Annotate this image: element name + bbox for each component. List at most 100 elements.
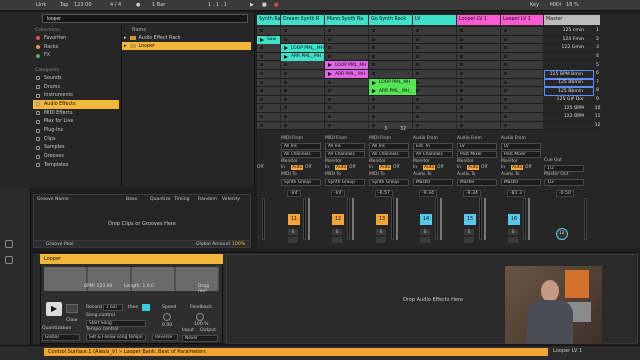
monitor-auto-button[interactable]: Auto — [379, 165, 392, 170]
clip-stop-icon[interactable] — [372, 46, 375, 50]
track-header[interactable]: Looper LV 1 — [457, 15, 500, 25]
arm-button[interactable] — [288, 237, 298, 243]
clip-slot[interactable] — [281, 27, 324, 36]
expand-arrow-icon[interactable]: ▸ — [124, 35, 127, 41]
looper-drag-me[interactable]: Drag me! — [198, 284, 219, 294]
clip-stop-icon[interactable] — [260, 106, 263, 110]
clip-slot[interactable] — [257, 52, 280, 62]
track-header[interactable]: Go Synth Rack — [369, 15, 412, 25]
clip-slot[interactable] — [413, 112, 456, 122]
clip-slot[interactable] — [457, 61, 500, 70]
track-header[interactable]: LV — [413, 15, 456, 25]
input-source-dropdown[interactable]: LV — [501, 143, 541, 150]
clip-stop-icon[interactable] — [504, 63, 507, 67]
clip-stop-icon[interactable] — [284, 97, 287, 101]
clip-stop-icon[interactable] — [328, 97, 331, 101]
clip-stop-icon[interactable] — [328, 106, 331, 110]
clip-slot[interactable] — [257, 95, 280, 105]
clip-slot[interactable] — [325, 104, 368, 113]
arm-button[interactable] — [376, 237, 386, 243]
input-channel-dropdown[interactable]: All Channels — [413, 151, 453, 158]
device-view-toggle-icon[interactable] — [5, 256, 13, 264]
looper-clear-button[interactable]: Clear — [66, 318, 78, 323]
clip-slot[interactable] — [457, 95, 500, 105]
looper-stop-icon[interactable] — [66, 304, 78, 313]
clip-stop-icon[interactable] — [260, 29, 263, 32]
browser-search-input[interactable] — [42, 14, 248, 23]
clip-slot[interactable] — [501, 61, 543, 70]
track-activator-button[interactable]: 11 — [288, 214, 300, 225]
clip-stop-icon[interactable] — [260, 123, 263, 127]
clip-stop-icon[interactable] — [260, 80, 263, 84]
clip-stop-icon[interactable] — [460, 46, 463, 50]
clip-stop-icon[interactable] — [260, 63, 263, 67]
clip-stop-icon[interactable] — [284, 80, 287, 84]
input-channel-dropdown[interactable]: All Channels — [369, 151, 409, 158]
output-dropdown[interactable]: Synth Group — [281, 179, 321, 186]
clip-slot[interactable] — [257, 78, 280, 88]
clip-stop-icon[interactable] — [372, 54, 375, 58]
track-header[interactable]: Synth Rack — [257, 15, 280, 25]
scene-launch[interactable]: 125 cmin — [544, 27, 594, 36]
groove-pool-toggle-icon[interactable] — [5, 240, 13, 248]
input-source-dropdown[interactable]: LV — [457, 143, 497, 150]
then-action-icon[interactable] — [142, 304, 150, 311]
clip-slot[interactable] — [413, 61, 456, 70]
clip-stop-icon[interactable] — [504, 89, 507, 93]
play-icon[interactable]: ▶ — [250, 2, 254, 8]
clip-stop-icon[interactable] — [460, 114, 463, 118]
feedback-knob[interactable] — [196, 313, 204, 321]
clip-slot[interactable] — [257, 104, 280, 113]
clip-stop-icon[interactable] — [416, 37, 419, 41]
key-map-button[interactable]: Key — [530, 2, 539, 8]
clip-slot[interactable] — [457, 87, 500, 96]
output-dropdown[interactable]: Synth Group — [325, 179, 365, 186]
input-channel-dropdown[interactable]: All Channels — [281, 151, 321, 158]
expand-arrow-icon[interactable]: ▸ — [124, 43, 127, 49]
clip-stop-icon[interactable] — [416, 54, 419, 58]
solo-button[interactable]: S — [508, 229, 518, 235]
clip-slot[interactable] — [457, 78, 500, 88]
clip-stop-icon[interactable] — [372, 106, 375, 110]
clip-stop-icon[interactable] — [284, 29, 287, 32]
clip-slot[interactable] — [369, 104, 412, 113]
clip-stop-icon[interactable] — [328, 54, 331, 58]
clip-slot[interactable] — [369, 112, 412, 122]
volume-value[interactable]: -Inf — [331, 190, 345, 197]
clip-stop-icon[interactable] — [460, 71, 463, 75]
volume-fader[interactable] — [440, 198, 442, 240]
clip-slot[interactable] — [281, 61, 324, 70]
speed-knob[interactable] — [163, 313, 171, 321]
track-activator-button[interactable]: 12 — [332, 214, 344, 225]
category-item[interactable]: Samples — [33, 144, 119, 153]
clip-slot[interactable] — [501, 52, 543, 62]
clip-slot[interactable] — [281, 78, 324, 88]
clip-stop-icon[interactable] — [284, 89, 287, 93]
clip-slot[interactable] — [413, 35, 456, 45]
clip-stop-icon[interactable] — [504, 29, 507, 32]
clip-slot[interactable] — [457, 35, 500, 45]
volume-fader[interactable] — [484, 198, 486, 240]
clip-stop-icon[interactable] — [328, 46, 331, 50]
clip-slot[interactable] — [369, 27, 412, 36]
clip-stop-icon[interactable] — [260, 114, 263, 118]
groove-drop-zone[interactable]: Drop Clips or Grooves Here — [34, 221, 250, 227]
solo-button[interactable]: S — [288, 229, 298, 235]
solo-button[interactable]: S — [420, 229, 430, 235]
clip-stop-icon[interactable] — [460, 97, 463, 101]
clip[interactable]: LOOP PML_MH — [325, 61, 368, 70]
clip-stop-icon[interactable] — [416, 123, 419, 127]
solo-button[interactable]: S — [332, 229, 342, 235]
scene-launch[interactable]: 125 G# Dor — [544, 96, 594, 105]
master-volume-value[interactable]: -0.50 — [556, 190, 574, 197]
clip-slot[interactable] — [325, 27, 368, 36]
scene-launch[interactable]: 124 Fmin — [544, 36, 594, 45]
clip[interactable]: LOOP PML_ MH — [281, 44, 324, 53]
clip-slot[interactable] — [369, 35, 412, 45]
clip[interactable]: ARR PML_ MH_ — [369, 87, 416, 96]
track-header[interactable]: Master — [544, 15, 600, 25]
clip-slot[interactable] — [501, 121, 543, 131]
solo-button[interactable]: S — [464, 229, 474, 235]
input-source-dropdown[interactable]: All Ins — [325, 143, 365, 150]
category-item[interactable]: Grooves — [33, 152, 119, 161]
